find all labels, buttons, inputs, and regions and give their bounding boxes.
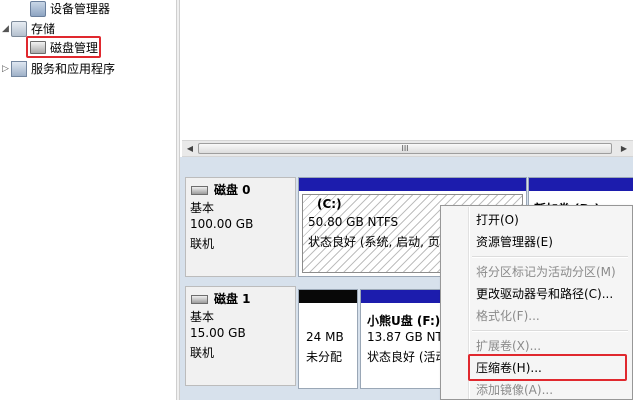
disk-type: 基本 <box>190 310 215 324</box>
scrollbar-thumb[interactable]: III <box>198 143 612 154</box>
services-icon <box>11 61 27 77</box>
hard-disk-icon <box>191 295 208 304</box>
storage-icon <box>11 21 27 37</box>
console-tree: 设备管理器 ◢ 存储 磁盘管理 ▷ 服务和应用程序 <box>0 0 176 400</box>
hard-disk-icon <box>191 186 208 195</box>
menu-item-mark-active[interactable]: 将分区标记为活动分区(M) <box>476 262 616 282</box>
menu-item-extend-volume[interactable]: 扩展卷(X)... <box>476 336 541 356</box>
disk-type: 基本 <box>190 201 215 215</box>
tree-item-device-manager[interactable]: 设备管理器 <box>30 0 175 18</box>
disk-status: 联机 <box>190 237 215 251</box>
highlight-box-shrink-volume <box>468 354 627 381</box>
disk-1-label[interactable]: 磁盘 1 基本 15.00 GB 联机 <box>185 286 296 386</box>
tree-item-services[interactable]: ▷ 服务和应用程序 <box>0 60 175 78</box>
unallocated-size: 24 MB <box>306 330 344 344</box>
primary-partition-bar <box>299 178 526 191</box>
volume-size-fs: 50.80 GB NTFS <box>308 215 399 229</box>
menu-item-format[interactable]: 格式化(F)... <box>476 306 540 326</box>
unallocated-bar <box>299 290 357 303</box>
unallocated-space[interactable]: 24 MB 未分配 <box>298 289 358 389</box>
menu-separator <box>472 256 628 258</box>
scroll-right-icon[interactable]: ▶ <box>618 143 630 154</box>
volume-title: 小熊U盘 (F:) <box>367 314 441 328</box>
horizontal-scrollbar[interactable]: ◀ III ▶ <box>182 140 633 157</box>
highlight-box-disk-management <box>26 36 101 58</box>
unallocated-label: 未分配 <box>306 350 343 364</box>
menu-item-explore[interactable]: 资源管理器(E) <box>476 232 553 252</box>
volume-list-pane <box>180 0 633 140</box>
disk-name: 磁盘 1 <box>214 292 251 306</box>
device-manager-icon <box>30 1 46 17</box>
disk-status: 联机 <box>190 346 215 360</box>
scroll-left-icon[interactable]: ◀ <box>184 143 196 154</box>
disk-name: 磁盘 0 <box>214 183 251 197</box>
collapse-arrow-icon[interactable]: ◢ <box>2 25 9 34</box>
expand-arrow-icon[interactable]: ▷ <box>2 65 9 74</box>
menu-separator <box>472 330 628 332</box>
disk-0-label[interactable]: 磁盘 0 基本 100.00 GB 联机 <box>185 177 296 277</box>
volume-title: (C:) <box>317 197 342 211</box>
primary-partition-bar <box>529 178 633 191</box>
menu-item-change-drive-letter[interactable]: 更改驱动器号和路径(C)... <box>476 284 613 304</box>
disk-size: 15.00 GB <box>190 326 246 340</box>
disk-size: 100.00 GB <box>190 217 254 231</box>
tree-item-label: 设备管理器 <box>50 2 111 16</box>
menu-item-open[interactable]: 打开(O) <box>476 210 519 230</box>
tree-item-label: 服务和应用程序 <box>31 62 116 76</box>
menu-item-add-mirror[interactable]: 添加镜像(A)... <box>476 380 553 399</box>
